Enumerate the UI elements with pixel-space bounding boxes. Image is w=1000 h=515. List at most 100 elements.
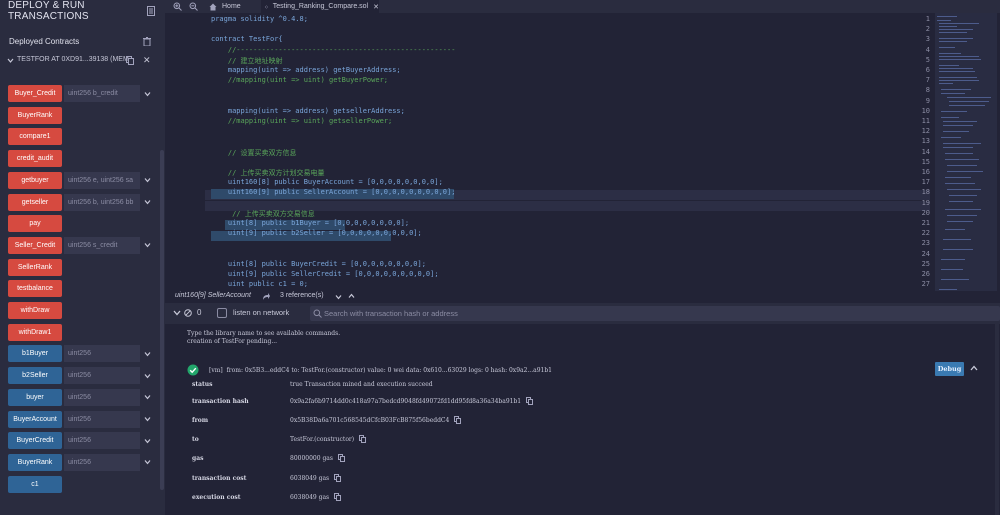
chevron-down-icon[interactable]: [7, 57, 14, 64]
clear-console-icon[interactable]: [184, 309, 192, 317]
function-button[interactable]: withDraw1: [8, 323, 62, 341]
function-args-input[interactable]: uint256: [64, 367, 140, 385]
line-number: 14: [921, 147, 930, 156]
minimap-viewport[interactable]: [935, 13, 997, 303]
copy-icon[interactable]: [334, 474, 341, 482]
function-args-input[interactable]: uint256 s_credit: [64, 236, 140, 254]
tab-file[interactable]: Testing_Ranking_Compare.sol ✕: [261, 0, 379, 13]
code-editor[interactable]: 1 pragma solidity ^0.4.8; 2 3 contract TestF…: [165, 13, 930, 291]
chevron-up-icon[interactable]: [970, 364, 978, 372]
copy-icon[interactable]: [126, 56, 134, 65]
function-args-input[interactable]: uint256: [64, 410, 140, 428]
function-button[interactable]: buyer: [8, 388, 62, 406]
close-icon[interactable]: ✕: [143, 55, 151, 66]
tx-detail-key: transaction cost: [192, 475, 247, 482]
function-args-input[interactable]: uint256 e, uint256 sa: [64, 171, 140, 189]
tx-detail-key: to: [192, 436, 199, 443]
function-button[interactable]: compare1: [8, 128, 62, 146]
search-icon: [313, 309, 322, 318]
function-row: pay: [8, 215, 156, 233]
line-number: 8: [925, 86, 930, 95]
code-line: //mapping(uint => uint) getsellerPower;: [211, 117, 393, 125]
function-button[interactable]: SellerRank: [8, 258, 62, 276]
scrollbar[interactable]: [995, 324, 999, 515]
function-button[interactable]: BuyerCredit: [8, 432, 62, 450]
line-number: 12: [921, 127, 930, 136]
code-line: pragma solidity ^0.4.8;: [211, 15, 308, 23]
function-button[interactable]: withDraw: [8, 302, 62, 319]
copy-icon[interactable]: [334, 493, 341, 501]
function-button[interactable]: testbalance: [8, 280, 62, 298]
function-button[interactable]: pay: [8, 215, 62, 233]
line-number: 16: [921, 168, 930, 176]
function-row: b2Seller uint256: [8, 367, 156, 385]
reference-count[interactable]: 3 reference(s): [280, 292, 324, 299]
chevron-down-icon[interactable]: [173, 309, 181, 317]
function-button[interactable]: getbuyer: [8, 171, 62, 189]
function-button[interactable]: BuyerRank: [8, 106, 62, 124]
chevron-down-icon[interactable]: [140, 237, 154, 254]
tab-home[interactable]: Home: [205, 0, 260, 13]
chevron-down-icon[interactable]: [140, 432, 154, 449]
zoom-in-icon[interactable]: [173, 2, 182, 11]
debug-button[interactable]: Debug: [935, 362, 964, 376]
chevron-down-icon[interactable]: [140, 454, 154, 471]
copy-icon[interactable]: [526, 397, 533, 405]
chevron-down-icon[interactable]: [140, 367, 154, 384]
tx-detail-value: 6038049 gas: [290, 494, 330, 501]
chevron-down-icon[interactable]: [140, 194, 154, 211]
listen-network-checkbox[interactable]: [217, 308, 227, 318]
tx-detail-key: transaction hash: [192, 398, 249, 405]
line-number: 17: [921, 178, 930, 187]
panel-header: DEPLOY & RUN TRANSACTIONS: [0, 0, 165, 22]
function-args-input[interactable]: uint256 b, uint256 bb: [64, 193, 140, 211]
document-icon[interactable]: [147, 6, 155, 16]
code-line: mapping(uint => address) getBuyerAddress…: [211, 66, 401, 74]
chevron-up-icon[interactable]: [348, 293, 355, 299]
copy-icon[interactable]: [454, 416, 461, 424]
chevron-down-icon[interactable]: [140, 389, 154, 406]
line-number: 9: [925, 96, 930, 105]
code-line: //mapping(uint => uint) getBuyerPower;: [211, 76, 389, 85]
copy-icon[interactable]: [338, 454, 345, 462]
function-args-input[interactable]: uint256: [64, 432, 140, 450]
scrollbar[interactable]: [160, 150, 164, 490]
tx-detail-key: execution cost: [192, 494, 241, 501]
transaction-summary: [vm] from: 0x5B3...eddC4 to: TestFor.(co…: [209, 367, 552, 374]
zoom-out-icon[interactable]: [189, 2, 198, 11]
share-icon[interactable]: [262, 293, 270, 301]
code-line: uint160[9] public SellerAccount = [0,0,0…: [211, 188, 456, 197]
function-button[interactable]: getseller: [8, 193, 62, 211]
copy-icon[interactable]: [359, 435, 366, 443]
minimap[interactable]: [935, 13, 997, 303]
panel-title: DEPLOY & RUN TRANSACTIONS: [8, 0, 89, 22]
function-button[interactable]: b1Buyer: [8, 345, 62, 363]
success-check-icon: [187, 364, 199, 376]
function-button[interactable]: c1: [8, 475, 62, 493]
function-button[interactable]: credit_audit: [8, 150, 62, 168]
deploy-run-panel: DEPLOY & RUN TRANSACTIONS Deployed Contr…: [0, 0, 165, 515]
transaction-row[interactable]: [vm] from: 0x5B3...eddC4 to: TestFor.(co…: [187, 364, 967, 378]
function-button[interactable]: Buyer_Credit: [8, 85, 62, 102]
chevron-down-icon[interactable]: [140, 411, 154, 428]
tx-detail-value: 0x5B38Da6a701c568545dCfcB03FcB875f56bedd…: [290, 417, 450, 424]
function-args-input[interactable]: uint256: [64, 388, 140, 406]
close-tab-icon[interactable]: ✕: [373, 3, 379, 11]
chevron-down-icon[interactable]: [140, 172, 154, 189]
chevron-down-icon[interactable]: [140, 85, 154, 102]
line-number: 24: [921, 249, 930, 258]
file-icon: [265, 4, 268, 9]
function-button[interactable]: BuyerAccount: [8, 410, 62, 428]
trash-icon[interactable]: [143, 37, 151, 46]
chevron-down-icon[interactable]: [335, 294, 342, 300]
function-args-input[interactable]: uint256: [64, 345, 140, 363]
chevron-down-icon[interactable]: [140, 345, 154, 362]
function-button[interactable]: Seller_Credit: [8, 236, 62, 254]
function-button[interactable]: BuyerRank: [8, 453, 62, 471]
terminal-intro: Type the library name to see available c…: [187, 330, 341, 337]
function-args-input[interactable]: uint256 b_credit: [64, 85, 140, 102]
function-button[interactable]: b2Seller: [8, 367, 62, 385]
contract-instance-row[interactable]: TESTFOR AT 0XD91...39138 (MEM ✕: [0, 53, 160, 69]
reference-signature: uint160[9] SellerAccount: [175, 292, 251, 299]
function-args-input[interactable]: uint256: [64, 453, 140, 471]
